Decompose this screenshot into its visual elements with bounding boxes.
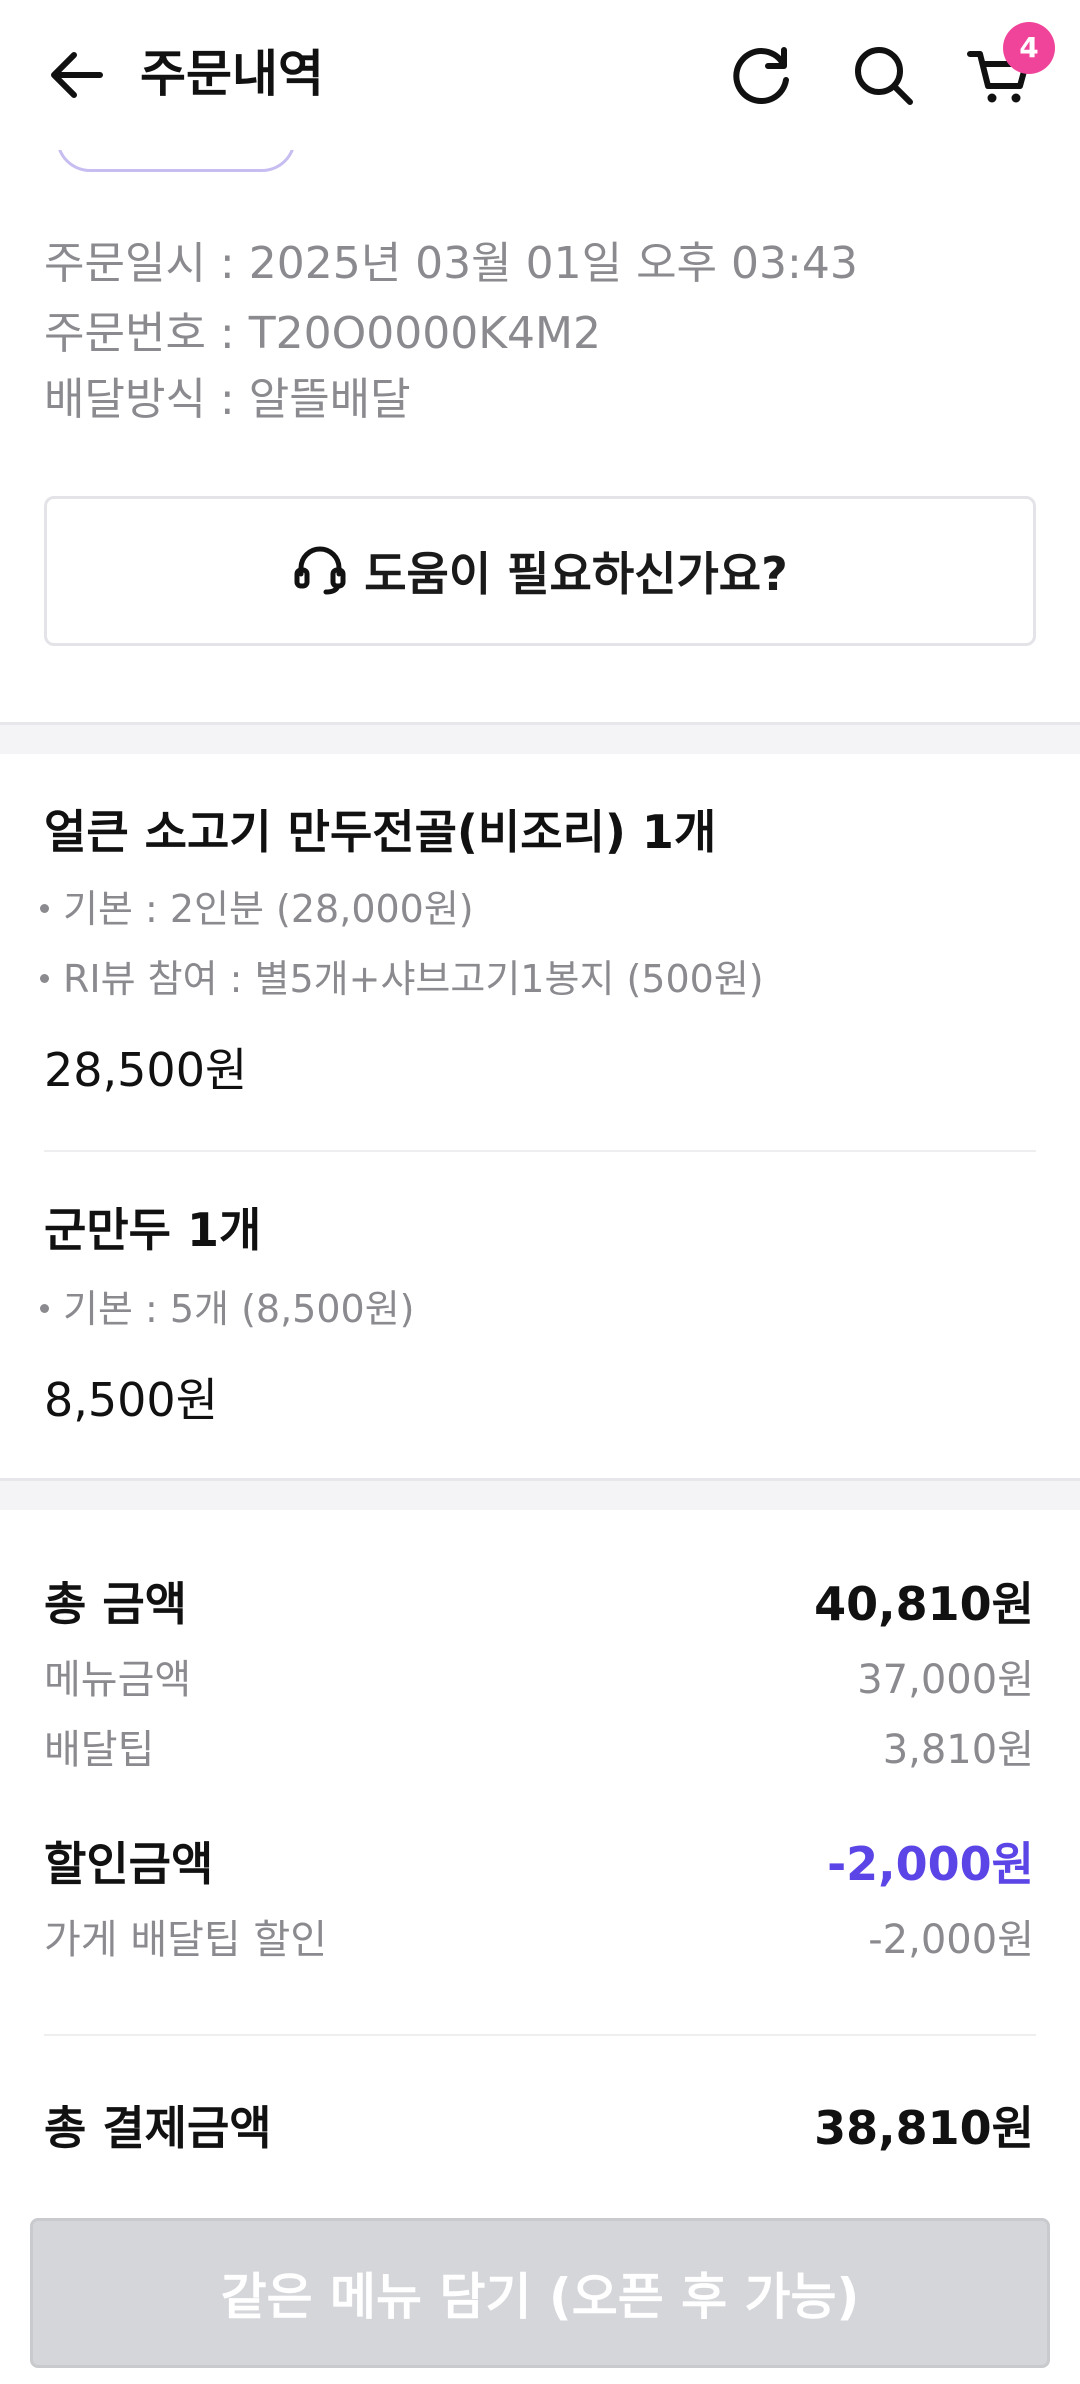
summary-divider: [44, 2034, 1036, 2036]
order-detail-page: 주문내역 4 주문일시 : 2025년 03월 01일 오후 03:43 주문번…: [0, 0, 1080, 2384]
section-divider: [0, 722, 1080, 754]
page-title: 주문내역: [140, 45, 324, 103]
search-icon: [855, 47, 913, 105]
refresh-icon: [733, 47, 789, 105]
menu-amount-label: 메뉴금액: [44, 1657, 192, 1703]
delivery-method-row: 배달방식 : 알뜰배달: [44, 372, 411, 428]
help-button-label: 도움이 필요하신가요?: [364, 547, 788, 601]
section-divider: [0, 1478, 1080, 1510]
delivery-tip-label: 배달팁: [44, 1727, 155, 1773]
option-text: RI뷰 참여 : 별5개+샤브고기1봉지 (500원): [63, 957, 764, 1001]
refresh-button[interactable]: [726, 40, 796, 110]
order-date-value: 2025년 03월 01일 오후 03:43: [248, 238, 858, 289]
headset-icon: [294, 546, 346, 595]
store-tip-discount-label: 가게 배달팁 할인: [44, 1917, 328, 1963]
order-number-value: T20O0000K4M2: [248, 308, 601, 359]
help-button[interactable]: 도움이 필요하신가요?: [44, 496, 1036, 646]
order-date-label: 주문일시 :: [44, 238, 249, 289]
arrow-left-icon: [51, 52, 103, 98]
item-divider: [44, 1150, 1036, 1152]
discount-amount-value: -2,000원: [827, 1837, 1034, 1891]
menu-item-option: 기본 : 5개 (8,500원): [40, 1284, 415, 1334]
option-text: 기본 : 2인분 (28,000원): [63, 887, 474, 931]
order-date-row: 주문일시 : 2025년 03월 01일 오후 03:43: [44, 236, 858, 292]
discount-amount-label: 할인금액: [44, 1837, 214, 1891]
menu-item-price: 28,500원: [44, 1043, 248, 1097]
back-button[interactable]: [44, 42, 110, 108]
search-button[interactable]: [848, 40, 918, 110]
menu-item-title: 군만두 1개: [44, 1203, 262, 1257]
menu-item-option: RI뷰 참여 : 별5개+샤브고기1봉지 (500원): [40, 954, 764, 1004]
app-header: 주문내역 4: [0, 0, 1080, 150]
menu-item-option: 기본 : 2인분 (28,000원): [40, 884, 474, 934]
total-amount-value: 40,810원: [814, 1577, 1034, 1631]
add-same-menu-label: 같은 메뉴 담기 (오픈 후 가능): [220, 2268, 860, 2326]
payment-total-value: 38,810원: [814, 2101, 1034, 2155]
delivery-tip-value: 3,810원: [882, 1727, 1034, 1773]
delivery-method-value: 알뜰배달: [248, 374, 411, 425]
option-text: 기본 : 5개 (8,500원): [63, 1287, 415, 1331]
menu-item-price: 8,500원: [44, 1373, 219, 1427]
menu-amount-value: 37,000원: [857, 1657, 1034, 1703]
bullet-icon: [40, 974, 49, 983]
store-tip-discount-value: -2,000원: [868, 1917, 1034, 1963]
add-same-menu-button[interactable]: 같은 메뉴 담기 (오픈 후 가능): [30, 2218, 1050, 2368]
delivery-method-label: 배달방식 :: [44, 374, 249, 425]
bullet-icon: [40, 1304, 49, 1313]
cart-count-badge: 4: [1003, 22, 1055, 74]
total-amount-label: 총 금액: [44, 1577, 187, 1631]
order-number-row: 주문번호 : T20O0000K4M2: [44, 306, 601, 362]
menu-item-title: 얼큰 소고기 만두전골(비조리) 1개: [44, 805, 717, 859]
bullet-icon: [40, 904, 49, 913]
order-number-label: 주문번호 :: [44, 308, 249, 359]
payment-total-label: 총 결제금액: [44, 2101, 272, 2155]
